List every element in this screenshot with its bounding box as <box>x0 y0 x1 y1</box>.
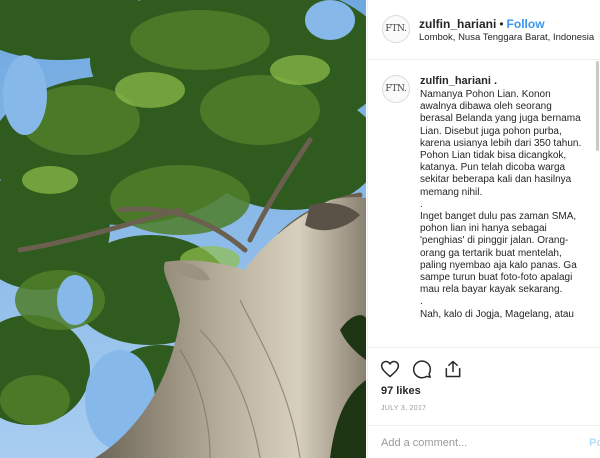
caption-line: awalnya dibawa oleh seorang <box>420 101 552 113</box>
separator-dot: • <box>499 17 504 31</box>
post-actions: 97 likes JULY 3, 2017 Po <box>368 347 600 458</box>
comment-button[interactable] <box>411 358 433 380</box>
post-date[interactable]: JULY 3, 2017 <box>381 405 426 412</box>
tree-photo-image <box>0 0 366 458</box>
comment-bar: Po <box>368 425 600 458</box>
likes-count[interactable]: 97 likes <box>381 385 421 397</box>
caption-line: . <box>420 198 423 210</box>
caption-line: karena usianya lebih dari 350 tahun. <box>420 137 582 149</box>
comment-input[interactable] <box>381 437 571 449</box>
heart-icon <box>380 360 400 378</box>
caption-line: 'penghias' di pinggir jalan. Orang- <box>420 235 569 247</box>
caption-line: Namanya Pohon Lian. Konon <box>420 89 551 100</box>
caption-line: katanya. Pun telah dicoba warga <box>420 162 566 174</box>
username-link[interactable]: zulfin_hariani <box>419 17 496 31</box>
user-line: zulfin_hariani • Follow <box>419 17 545 31</box>
avatar[interactable]: FTN. <box>382 15 410 43</box>
post-panel: FTN. zulfin_hariani • Follow Lombok, Nusa … <box>367 0 600 458</box>
caption-line: orang ga tertarik buat mentelah, <box>420 247 562 259</box>
comment-bubble-icon <box>412 360 432 379</box>
share-button[interactable] <box>442 358 464 380</box>
caption-line: paling nyembao aja kalo panas. Ga <box>420 259 577 271</box>
caption-line: Nah, kalo di Jogja, Magelang, atau <box>420 308 574 320</box>
location-link[interactable]: Lombok, Nusa Tenggara Barat, Indonesia <box>419 32 594 43</box>
caption-line: Pohon Lian tidak bisa dicangkok, <box>420 150 567 162</box>
caption-username[interactable]: zulfin_hariani . <box>420 75 497 87</box>
caption-avatar[interactable]: FTN. <box>382 75 410 103</box>
caption-text: Namanya Pohon Lian. Konon awalnya dibawa… <box>420 89 600 321</box>
caption-line: Inget banget dulu pas zaman SMA, <box>420 211 577 223</box>
caption-scrollbar[interactable] <box>596 61 599 151</box>
caption-line: sampe turun buat foto-foto apalagi <box>420 272 573 284</box>
share-icon <box>445 360 461 378</box>
follow-button[interactable]: Follow <box>507 17 545 31</box>
post-header: FTN. zulfin_hariani • Follow Lombok, Nusa … <box>368 0 600 60</box>
post-comment-button[interactable]: Po <box>589 437 600 449</box>
caption-line: sekitar beberapa kali dan hasilnya <box>420 174 572 186</box>
caption-line: pohon lian ini hanya sebagai <box>420 223 547 235</box>
caption-line: . <box>420 296 423 308</box>
caption-line: berasal Belanda yang juga bernama <box>420 113 581 125</box>
post-photo[interactable] <box>0 0 366 458</box>
caption-line: mau rela bayar kayak sekarang. <box>420 284 563 296</box>
caption-line: memang nihil. <box>420 186 483 198</box>
caption-line: Lian. Disebut juga pohon purba, <box>420 125 562 137</box>
like-button[interactable] <box>379 358 401 380</box>
caption-area[interactable]: FTN. zulfin_hariani . Namanya Pohon Lian… <box>368 61 600 346</box>
